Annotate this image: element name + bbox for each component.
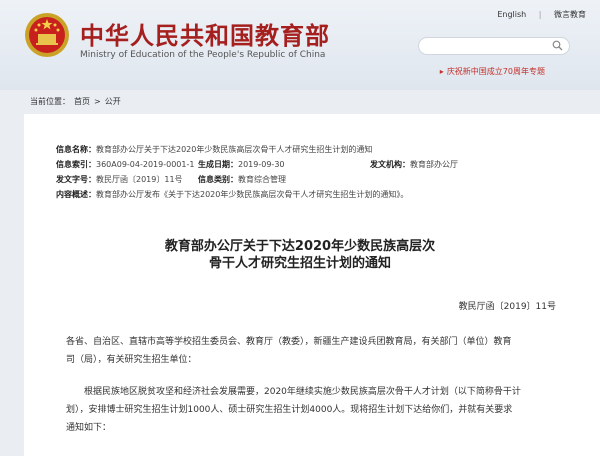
meta-row-info-name: 信息名称：教育部办公厅关于下达2020年少数民族高层次骨干人才研究生招生计划的通… (56, 142, 408, 157)
national-emblem-icon[interactable] (24, 12, 70, 58)
breadcrumb-public[interactable]: 公开 (105, 97, 121, 106)
bullet-icon: ▸ (439, 67, 444, 76)
english-link[interactable]: English (497, 10, 526, 19)
category-value: 教育综合管理 (238, 175, 286, 184)
docno-value: 教民厅函〔2019〕11号 (96, 175, 183, 184)
info-name-value: 教育部办公厅关于下达2020年少数民族高层次骨干人才研究生招生计划的通知 (96, 145, 373, 154)
site-name-english: Ministry of Education of the People's Re… (80, 50, 326, 60)
issuer-value: 教育部办公厅 (410, 160, 458, 169)
body-line-2: 划），安排博士研究生招生计划1000人、硕士研究生招生计划4000人。现将招生计… (66, 405, 513, 415)
date-label: 生成日期： (198, 160, 238, 169)
info-name-label: 信息名称： (56, 145, 96, 154)
document-title-line-1: 教育部办公厅关于下达2020年少数民族高层次 (164, 239, 436, 254)
meta-row-docno: 发文字号：教民厅函〔2019〕11号 信息类别：教育综合管理 (56, 172, 408, 187)
top-links-separator: | (538, 10, 542, 19)
info-index-label: 信息索引： (56, 160, 96, 169)
site-name[interactable]: 中华人民共和国教育部 (80, 16, 330, 51)
site-header: 中华人民共和国教育部 Ministry of Education of the … (0, 0, 600, 90)
summary-label: 内容概述： (56, 190, 96, 199)
body-line-3: 通知如下： (66, 423, 112, 433)
meta-row-summary: 内容概述：教育部办公厅发布《关于下达2020年少数民族高层次骨干人才研究生招生计… (56, 187, 408, 202)
breadcrumb-home[interactable]: 首页 (74, 97, 90, 106)
document-number: 教民厅函〔2019〕11号 (458, 302, 556, 312)
category-label: 信息类别： (198, 175, 238, 184)
search-icon[interactable] (552, 40, 563, 51)
docno-label: 发文字号： (56, 175, 96, 184)
top-links: English | 微言教育 (487, 9, 586, 20)
meta-row-index: 信息索引：360A09-04-2019-0001-1 生成日期：2019-09-… (56, 157, 458, 172)
document-title-line-2: 骨干人才研究生招生计划的通知 (208, 256, 391, 271)
anniversary-banner-link[interactable]: ▸ 庆祝新中国成立70周年专题 (440, 66, 545, 77)
anniversary-banner-label: 庆祝新中国成立70周年专题 (446, 67, 545, 76)
date-value: 2019-09-30 (238, 160, 285, 169)
breadcrumb-prefix: 当前位置： (30, 97, 70, 106)
body-paragraph: 根据民族地区脱贫攻坚和经济社会发展需要，2020年继续实施少数民族高层次骨干人才… (66, 383, 550, 437)
recipients-line-2: 司（局），有关研究生招生单位： (66, 355, 197, 365)
summary-value: 教育部办公厅发布《关于下达2020年少数民族高层次骨干人才研究生招生计划的通知》… (96, 190, 409, 199)
breadcrumb: 当前位置： 首页 > 公开 (30, 96, 125, 107)
wechat-link[interactable]: 微言教育 (554, 10, 586, 19)
recipients-line-1: 各省、自治区、直辖市高等学校招生委员会、教育厅（教委），新疆生产建设兵团教育局，… (66, 337, 512, 347)
issuer-label: 发文机构： (370, 160, 410, 169)
search-input[interactable] (418, 37, 570, 55)
document-title: 教育部办公厅关于下达2020年少数民族高层次 骨干人才研究生招生计划的通知 (60, 238, 540, 272)
info-metadata: 信息名称：教育部办公厅关于下达2020年少数民族高层次骨干人才研究生招生计划的通… (56, 142, 458, 202)
body-line-1: 根据民族地区脱贫攻坚和经济社会发展需要，2020年继续实施少数民族高层次骨干人才… (84, 387, 521, 397)
recipients-paragraph: 各省、自治区、直辖市高等学校招生委员会、教育厅（教委），新疆生产建设兵团教育局，… (66, 333, 550, 369)
info-index-value: 360A09-04-2019-0001-1 (96, 160, 195, 169)
breadcrumb-separator: > (94, 97, 101, 106)
